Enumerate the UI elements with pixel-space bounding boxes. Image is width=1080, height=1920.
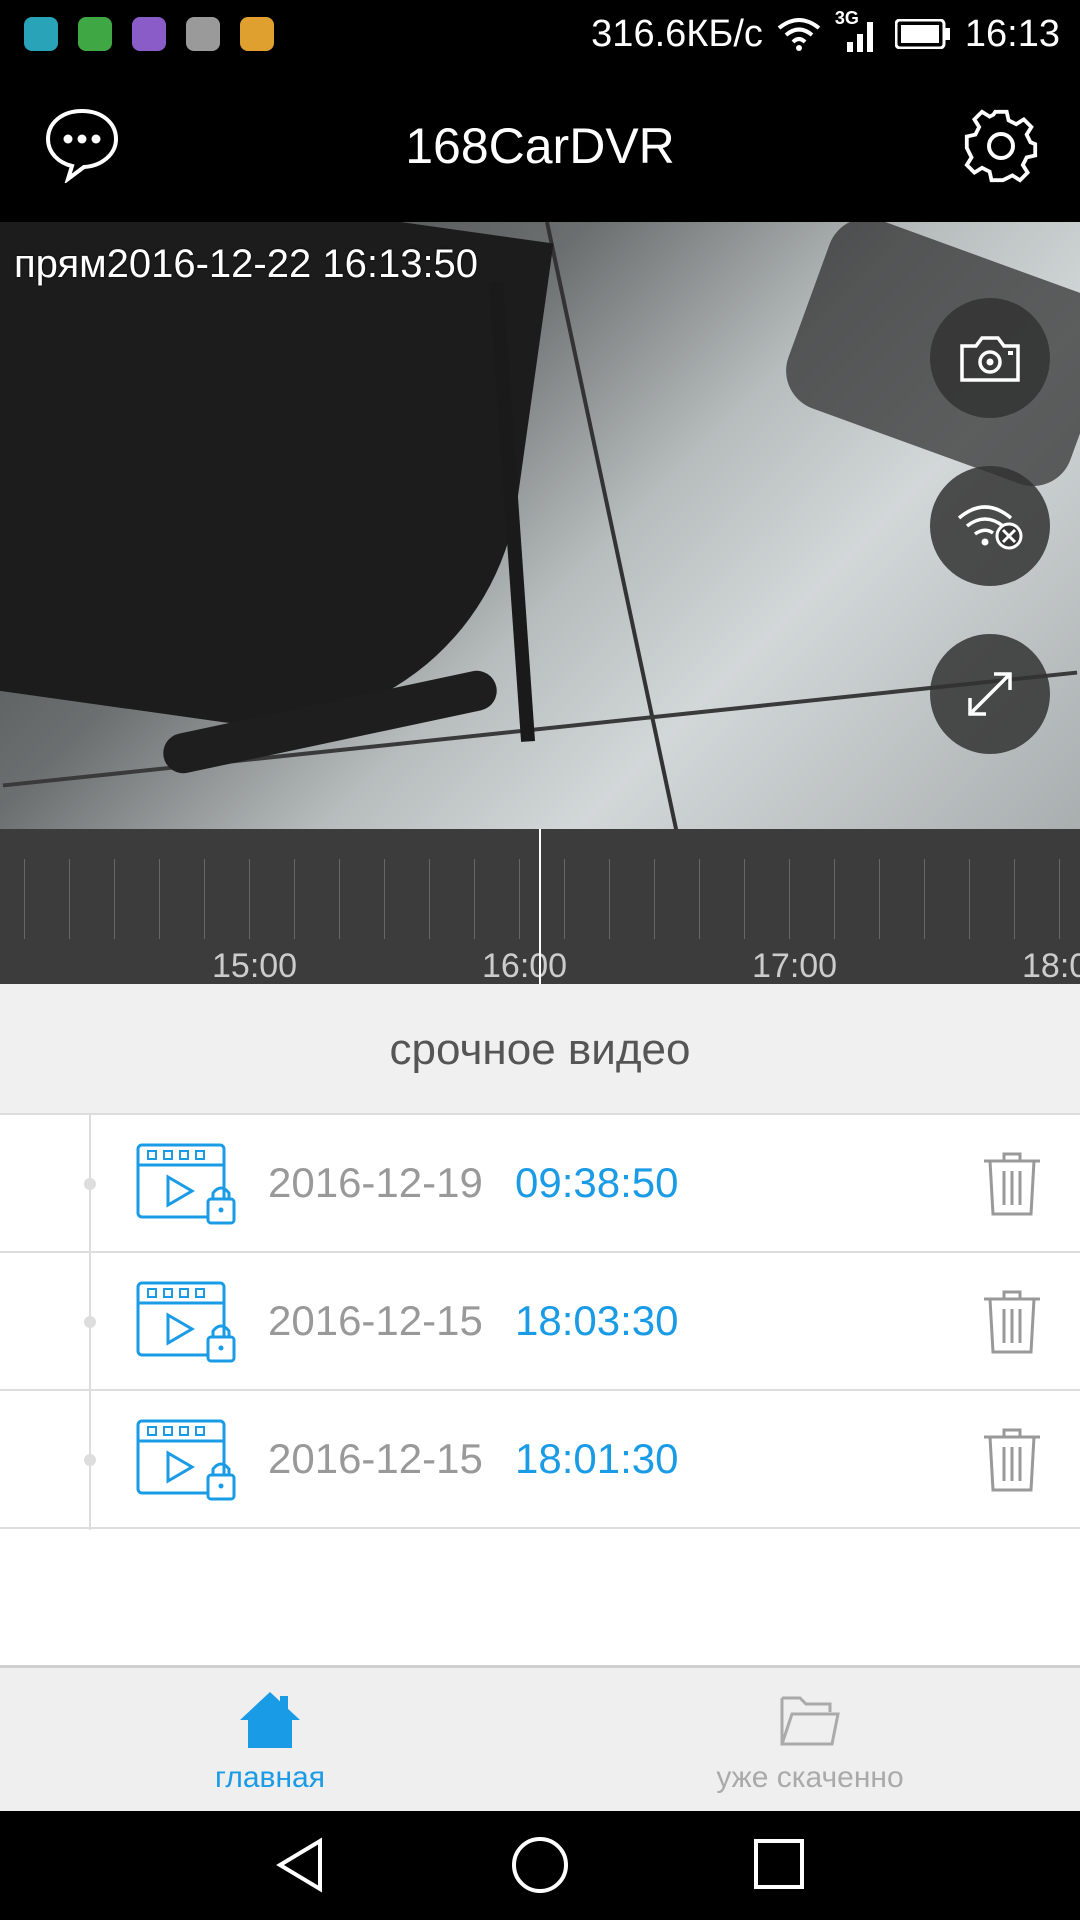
video-date: 2016-12-19 [268, 1159, 483, 1206]
locked-video-icon [136, 1419, 236, 1501]
video-date: 2016-12-15 [268, 1435, 483, 1482]
folder-icon [780, 1696, 840, 1746]
tab-downloads-label: уже скаченно [716, 1761, 904, 1794]
video-time: 18:01:30 [515, 1435, 679, 1482]
tab-home-label: главная [215, 1761, 325, 1794]
recents-icon[interactable] [752, 1837, 808, 1893]
timeline-tick [249, 859, 250, 939]
timeline-tick [69, 859, 70, 939]
timeline-tick [519, 859, 520, 939]
bottom-navigation: главная уже скаченно [0, 1665, 1080, 1811]
timeline-tick [339, 859, 340, 939]
timeline-tick [654, 859, 655, 939]
timeline-tick [159, 859, 160, 939]
font-app-icon [186, 17, 220, 51]
video-time: 18:03:30 [515, 1297, 679, 1344]
tab-home[interactable]: главная [0, 1668, 540, 1814]
wifi-disconnect-button[interactable] [930, 466, 1050, 586]
timeline-label: 15:00 [212, 947, 298, 984]
timeline-tick [1014, 859, 1015, 939]
timeline-dot [84, 1316, 96, 1328]
timeline-tick [789, 859, 790, 939]
timeline-dot [84, 1178, 96, 1190]
camera-icon [960, 336, 1020, 382]
timeline-label: 17:00 [752, 947, 838, 984]
timeline-tick [114, 859, 115, 939]
emergency-video-list: 2016-12-19 09:38:50 2016-12-15 18:03:30 [0, 1115, 1080, 1665]
system-navigation-bar [0, 1811, 1080, 1920]
live-video-feed[interactable]: прям2016-12-22 16:13:50 [0, 222, 1080, 829]
gallery-app-icon [132, 17, 166, 51]
timeline-cursor[interactable] [539, 829, 541, 984]
timeline-tick [924, 859, 925, 939]
back-icon[interactable] [272, 1837, 328, 1893]
video-timestamp: прям2016-12-22 16:13:50 [14, 242, 479, 286]
trash-icon[interactable] [980, 1151, 1044, 1217]
home-circle-icon[interactable] [510, 1837, 570, 1897]
app-title: 168CarDVR [405, 118, 675, 174]
timeline-tick [744, 859, 745, 939]
timeline-tick [699, 859, 700, 939]
timeline-scrubber[interactable]: 15:00 16:00 17:00 18:0 [0, 829, 1080, 984]
notification-icons [24, 17, 274, 51]
fullscreen-button[interactable] [930, 634, 1050, 754]
locked-video-icon [136, 1143, 236, 1225]
section-title: срочное видео [0, 984, 1080, 1115]
network-speed: 316.6КБ/с [591, 12, 763, 55]
timeline-label: 16:00 [482, 947, 568, 984]
home-icon [240, 1692, 300, 1748]
message-app-icon [24, 17, 58, 51]
status-bar: 316.6КБ/с 3G 16:13 [0, 0, 1080, 75]
video-time: 09:38:50 [515, 1159, 679, 1206]
timeline-tick [429, 859, 430, 939]
timeline-tick [879, 859, 880, 939]
timeline-tick [294, 859, 295, 939]
tab-downloads[interactable]: уже скаченно [540, 1668, 1080, 1814]
battery-icon [894, 19, 950, 49]
snapshot-button[interactable] [930, 298, 1050, 418]
locked-video-icon [136, 1281, 236, 1363]
timeline-tick [204, 859, 205, 939]
timeline-tick [474, 859, 475, 939]
gear-icon[interactable] [962, 107, 1040, 185]
expand-icon [968, 672, 1012, 716]
app-header: 168CarDVR [0, 75, 1080, 222]
signal-icon: 3G [835, 8, 881, 56]
timeline-tick [1059, 859, 1060, 939]
wifi-icon [777, 18, 821, 51]
trash-icon[interactable] [980, 1427, 1044, 1493]
timeline-tick [609, 859, 610, 939]
timeline-tick [384, 859, 385, 939]
video-date: 2016-12-15 [268, 1297, 483, 1344]
timeline-dot [84, 1454, 96, 1466]
video-row[interactable]: 2016-12-15 18:01:30 [0, 1391, 1080, 1529]
timeline-tick [969, 859, 970, 939]
video-row[interactable]: 2016-12-15 18:03:30 [0, 1253, 1080, 1391]
hand-app-icon [240, 17, 274, 51]
trash-icon[interactable] [980, 1289, 1044, 1355]
wifi-off-icon [957, 505, 1023, 550]
clock: 16:13 [964, 12, 1060, 55]
timeline-tick [24, 859, 25, 939]
shield-app-icon [78, 17, 112, 51]
video-row[interactable]: 2016-12-19 09:38:50 [0, 1115, 1080, 1253]
timeline-tick [564, 859, 565, 939]
timeline-label: 18:0 [1022, 947, 1080, 984]
timeline-tick [834, 859, 835, 939]
